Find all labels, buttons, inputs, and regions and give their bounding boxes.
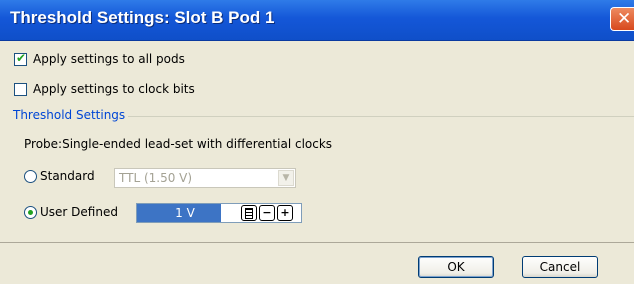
user-defined-radio[interactable]: User Defined <box>24 205 118 219</box>
calculator-icon <box>245 208 253 219</box>
dialog-title: Threshold Settings: Slot B Pod 1 <box>10 8 275 27</box>
standard-label: Standard <box>40 169 95 183</box>
title-bar[interactable]: Threshold Settings: Slot B Pod 1 ✕ <box>0 0 634 41</box>
user-defined-threshold-field[interactable]: 1 V − + <box>136 203 302 223</box>
standard-threshold-value: TTL (1.50 V) <box>119 171 193 185</box>
calculator-button[interactable] <box>241 205 257 221</box>
radio-circle[interactable] <box>24 169 37 183</box>
radio-selected-dot <box>28 209 33 215</box>
close-button[interactable]: ✕ <box>610 7 634 31</box>
checkbox-box[interactable]: ✔ <box>14 50 27 66</box>
chevron-down-icon[interactable]: ▼ <box>278 170 294 186</box>
apply-all-pods-checkbox[interactable]: ✔ Apply settings to all pods <box>14 50 185 68</box>
minus-icon: − <box>262 206 272 219</box>
user-defined-label: User Defined <box>40 205 118 219</box>
decrement-button[interactable]: − <box>259 205 275 221</box>
radio-circle[interactable] <box>24 205 37 219</box>
probe-description: Probe:Single-ended lead-set with differe… <box>24 137 333 151</box>
close-icon: ✕ <box>617 9 632 29</box>
check-icon: ✔ <box>16 50 27 65</box>
checkbox-box[interactable] <box>14 82 27 96</box>
ok-button[interactable]: OK <box>418 256 494 278</box>
increment-button[interactable]: + <box>277 205 293 221</box>
standard-radio[interactable]: Standard <box>24 169 95 183</box>
apply-all-pods-label: Apply settings to all pods <box>33 52 185 66</box>
apply-clock-bits-label: Apply settings to clock bits <box>33 82 195 96</box>
cancel-button[interactable]: Cancel <box>522 256 598 278</box>
apply-clock-bits-checkbox[interactable]: Apply settings to clock bits <box>14 80 195 98</box>
standard-threshold-select[interactable]: TTL (1.50 V) ▼ <box>114 168 296 188</box>
plus-icon: + <box>280 206 290 219</box>
dialog-window: Threshold Settings: Slot B Pod 1 ✕ ✔ App… <box>0 0 634 284</box>
threshold-group-title: Threshold Settings <box>10 108 129 122</box>
threshold-value-input[interactable]: 1 V <box>137 204 221 222</box>
